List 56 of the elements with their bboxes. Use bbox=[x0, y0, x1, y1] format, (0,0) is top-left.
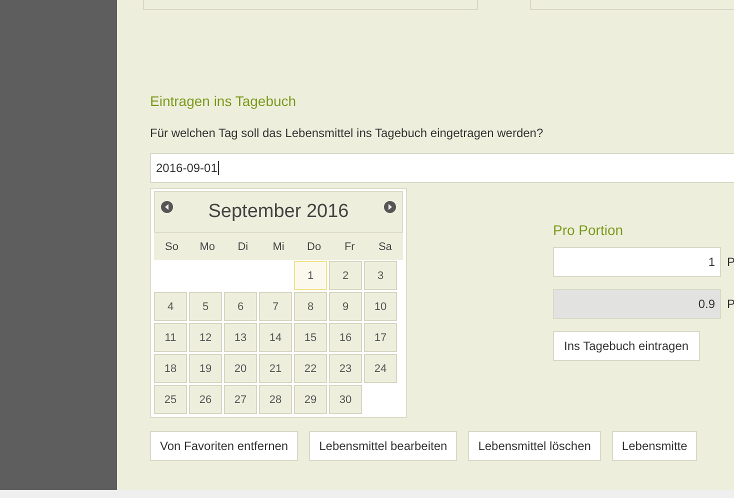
month-title: September 2016 bbox=[208, 201, 349, 223]
calendar-day[interactable]: 27 bbox=[224, 385, 257, 414]
calendar-day[interactable]: 24 bbox=[364, 354, 397, 383]
calendar-day[interactable]: 1 bbox=[294, 261, 327, 290]
action-button[interactable]: Lebensmittel löschen bbox=[468, 431, 601, 461]
unit-label: P bbox=[727, 297, 734, 311]
weekday-label: Mi bbox=[272, 240, 286, 252]
calendar-day[interactable]: 18 bbox=[154, 354, 187, 383]
calendar-day[interactable]: 21 bbox=[259, 354, 292, 383]
weekday-label: Di bbox=[236, 240, 250, 252]
calendar-day[interactable]: 6 bbox=[224, 292, 257, 321]
calendar-day[interactable]: 4 bbox=[154, 292, 187, 321]
calendar-day[interactable]: 7 bbox=[259, 292, 292, 321]
weekday-label: Fr bbox=[343, 240, 356, 252]
calendar-day[interactable]: 16 bbox=[329, 323, 362, 352]
calendar-day[interactable]: 23 bbox=[329, 354, 362, 383]
next-month-icon[interactable] bbox=[384, 201, 396, 213]
calendar-day[interactable]: 20 bbox=[224, 354, 257, 383]
calendar-day[interactable]: 15 bbox=[294, 323, 327, 352]
calendar-day[interactable]: 2 bbox=[329, 261, 362, 290]
action-button[interactable]: Von Favoriten entfernen bbox=[150, 431, 298, 461]
calendar-day[interactable]: 25 bbox=[154, 385, 187, 414]
calendar-day[interactable]: 10 bbox=[364, 292, 397, 321]
date-field[interactable]: 2016-09-01 bbox=[150, 153, 734, 183]
portion-field[interactable]: 1 bbox=[553, 247, 721, 277]
weekday-label: Mo bbox=[198, 240, 216, 252]
calendar-day[interactable]: 11 bbox=[154, 323, 187, 352]
action-button[interactable]: Lebensmittel bearbeiten bbox=[309, 431, 458, 461]
text-cursor bbox=[218, 161, 220, 175]
calendar-day[interactable]: 3 bbox=[364, 261, 397, 290]
unit-label: P bbox=[727, 255, 734, 269]
calendar-day[interactable]: 29 bbox=[294, 385, 327, 414]
calendar-day[interactable]: 5 bbox=[189, 292, 222, 321]
select-field[interactable] bbox=[143, 0, 478, 10]
portion-field: 0.9 bbox=[553, 289, 721, 319]
calendar-day[interactable]: 14 bbox=[259, 323, 292, 352]
calendar-day[interactable]: 22 bbox=[294, 354, 327, 383]
weekday-label: Do bbox=[306, 240, 322, 252]
calendar-day[interactable]: 28 bbox=[259, 385, 292, 414]
weekday-label: So bbox=[164, 240, 180, 252]
section-heading: Eintragen ins Tagebuch bbox=[150, 92, 298, 110]
diary-entry-button[interactable]: Ins Tagebuch eintragen bbox=[553, 331, 700, 361]
weekday-label: Sa bbox=[377, 240, 393, 252]
previous-month-icon[interactable] bbox=[161, 201, 173, 213]
calendar-day[interactable]: 13 bbox=[224, 323, 257, 352]
calendar-day[interactable]: 26 bbox=[189, 385, 222, 414]
calendar-day[interactable]: 12 bbox=[189, 323, 222, 352]
select-field[interactable] bbox=[530, 0, 734, 10]
calendar-day[interactable]: 17 bbox=[364, 323, 397, 352]
portion-heading: Pro Portion bbox=[553, 221, 624, 239]
calendar-day[interactable]: 30 bbox=[329, 385, 362, 414]
action-button[interactable]: Lebensmitte bbox=[612, 431, 698, 461]
calendar-day[interactable]: 8 bbox=[294, 292, 327, 321]
calendar-day[interactable]: 19 bbox=[189, 354, 222, 383]
calendar-day[interactable]: 9 bbox=[329, 292, 362, 321]
question-text: Für welchen Tag soll das Lebensmittel ins Tagebuch eingetragen werden? bbox=[150, 125, 544, 141]
